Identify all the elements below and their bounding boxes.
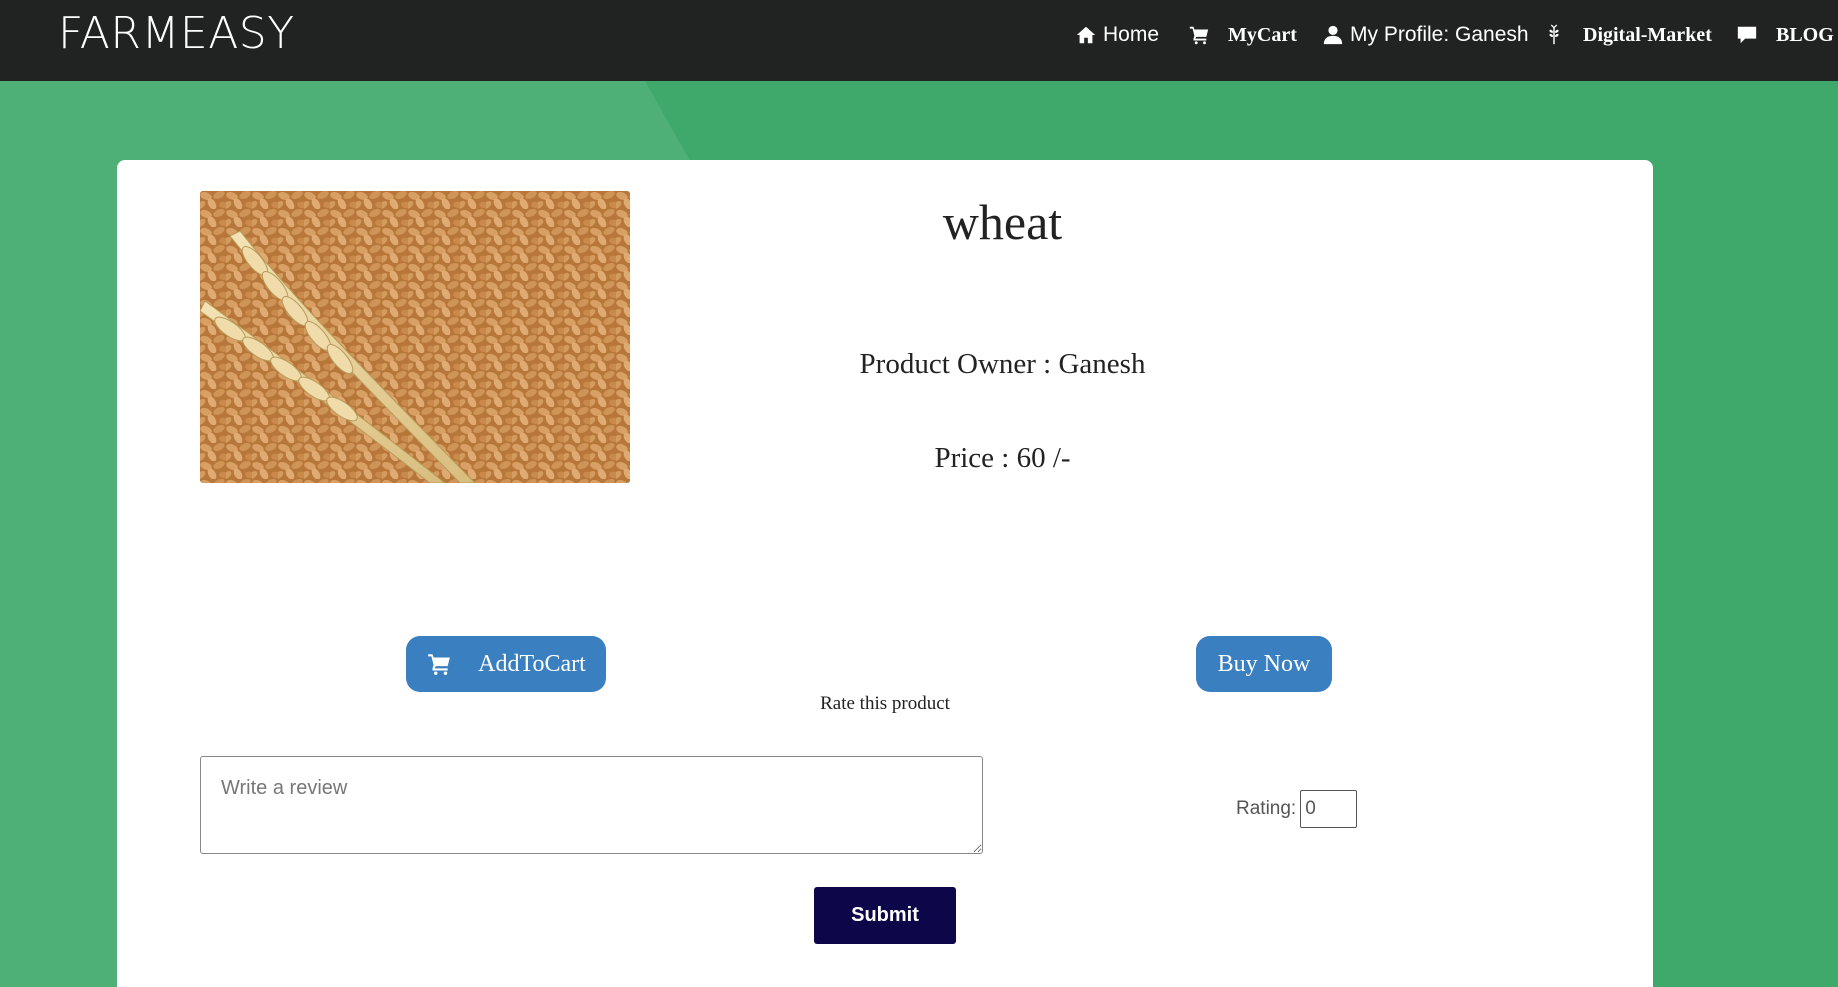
nav-mycart[interactable]: MyCart: [1188, 18, 1297, 52]
user-icon: [1322, 24, 1344, 46]
product-image: [200, 191, 630, 483]
wheat-image: [200, 191, 630, 483]
comment-icon: [1736, 24, 1758, 46]
add-to-cart-label: AddToCart: [478, 650, 586, 677]
submit-button[interactable]: Submit: [814, 887, 956, 944]
rating-label: Rating:: [1236, 798, 1297, 819]
home-icon: [1075, 24, 1097, 46]
rating-field: Rating:: [1236, 790, 1358, 828]
product-name: wheat: [942, 194, 1063, 250]
add-to-cart-button[interactable]: AddToCart: [406, 636, 606, 692]
rate-product-label: Rate this product: [820, 693, 950, 714]
nav-home[interactable]: Home: [1075, 18, 1159, 52]
product-price: Price : 60 /-: [934, 442, 1071, 474]
nav-blog[interactable]: BLOG: [1736, 18, 1834, 52]
nav-digital-market[interactable]: Digital-Market: [1543, 18, 1712, 52]
product-owner: Product Owner : Ganesh: [859, 348, 1146, 380]
cart-icon: [1188, 24, 1210, 46]
nav-blog-label: BLOG: [1776, 23, 1834, 46]
buy-now-button[interactable]: Buy Now: [1196, 636, 1332, 692]
rating-input[interactable]: [1300, 790, 1358, 828]
nav-digital-market-label: Digital-Market: [1583, 23, 1712, 46]
top-navbar: FARMEASY Home MyCart My Profile: Ganesh …: [0, 0, 1838, 81]
grain-icon: [1543, 24, 1565, 46]
nav-profile[interactable]: My Profile: Ganesh: [1322, 18, 1529, 52]
cart-icon: [428, 654, 451, 675]
buy-now-label: Buy Now: [1217, 650, 1311, 677]
brand-logo[interactable]: FARMEASY: [58, 8, 295, 60]
nav-home-label: Home: [1103, 23, 1160, 46]
nav-mycart-label: MyCart: [1228, 23, 1297, 46]
nav-profile-label: My Profile: Ganesh: [1350, 23, 1529, 46]
review-textarea[interactable]: [200, 756, 983, 854]
